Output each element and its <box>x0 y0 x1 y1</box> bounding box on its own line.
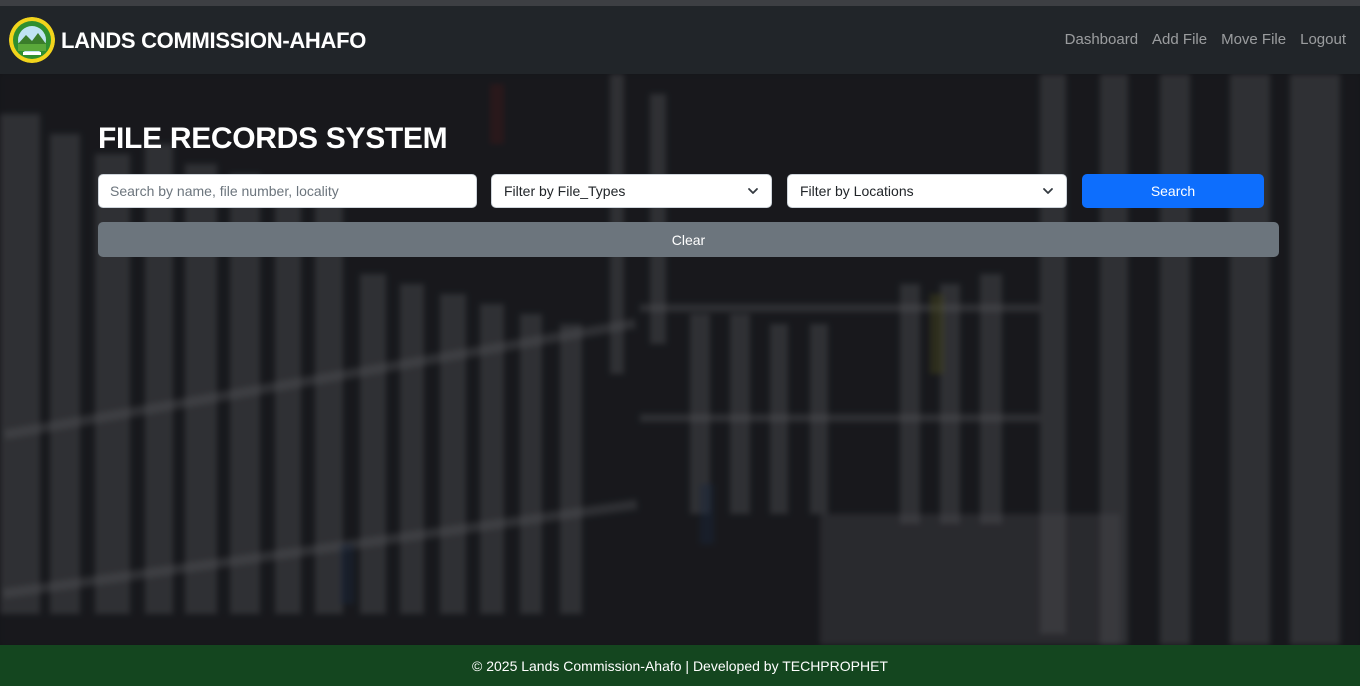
clear-button[interactable]: Clear <box>98 222 1279 257</box>
lands-commission-logo[interactable] <box>9 17 55 63</box>
hero-background <box>0 74 1360 645</box>
page-title: FILE RECORDS SYSTEM <box>98 122 448 155</box>
chevron-down-icon <box>1043 188 1053 194</box>
location-filter-value: Filter by Locations <box>800 183 914 199</box>
file-type-filter-value: Filter by File_Types <box>504 183 626 199</box>
nav-move-file[interactable]: Move File <box>1221 31 1286 48</box>
background-dim-overlay <box>0 74 1360 645</box>
footer-text: © 2025 Lands Commission-Ahafo | Develope… <box>472 657 888 674</box>
nav-logout[interactable]: Logout <box>1300 31 1346 48</box>
search-input[interactable] <box>98 174 477 208</box>
footer: © 2025 Lands Commission-Ahafo | Develope… <box>0 645 1360 686</box>
navbar: LANDS COMMISSION-AHAFO Dashboard Add Fil… <box>0 6 1360 74</box>
nav-links: Dashboard Add File Move File Logout <box>1065 31 1346 48</box>
search-button[interactable]: Search <box>1082 174 1264 208</box>
location-filter-select[interactable]: Filter by Locations <box>787 174 1067 208</box>
nav-add-file[interactable]: Add File <box>1152 31 1207 48</box>
brand-title[interactable]: LANDS COMMISSION-AHAFO <box>61 28 366 54</box>
file-type-filter-select[interactable]: Filter by File_Types <box>491 174 772 208</box>
nav-dashboard[interactable]: Dashboard <box>1065 31 1138 48</box>
chevron-down-icon <box>748 188 758 194</box>
